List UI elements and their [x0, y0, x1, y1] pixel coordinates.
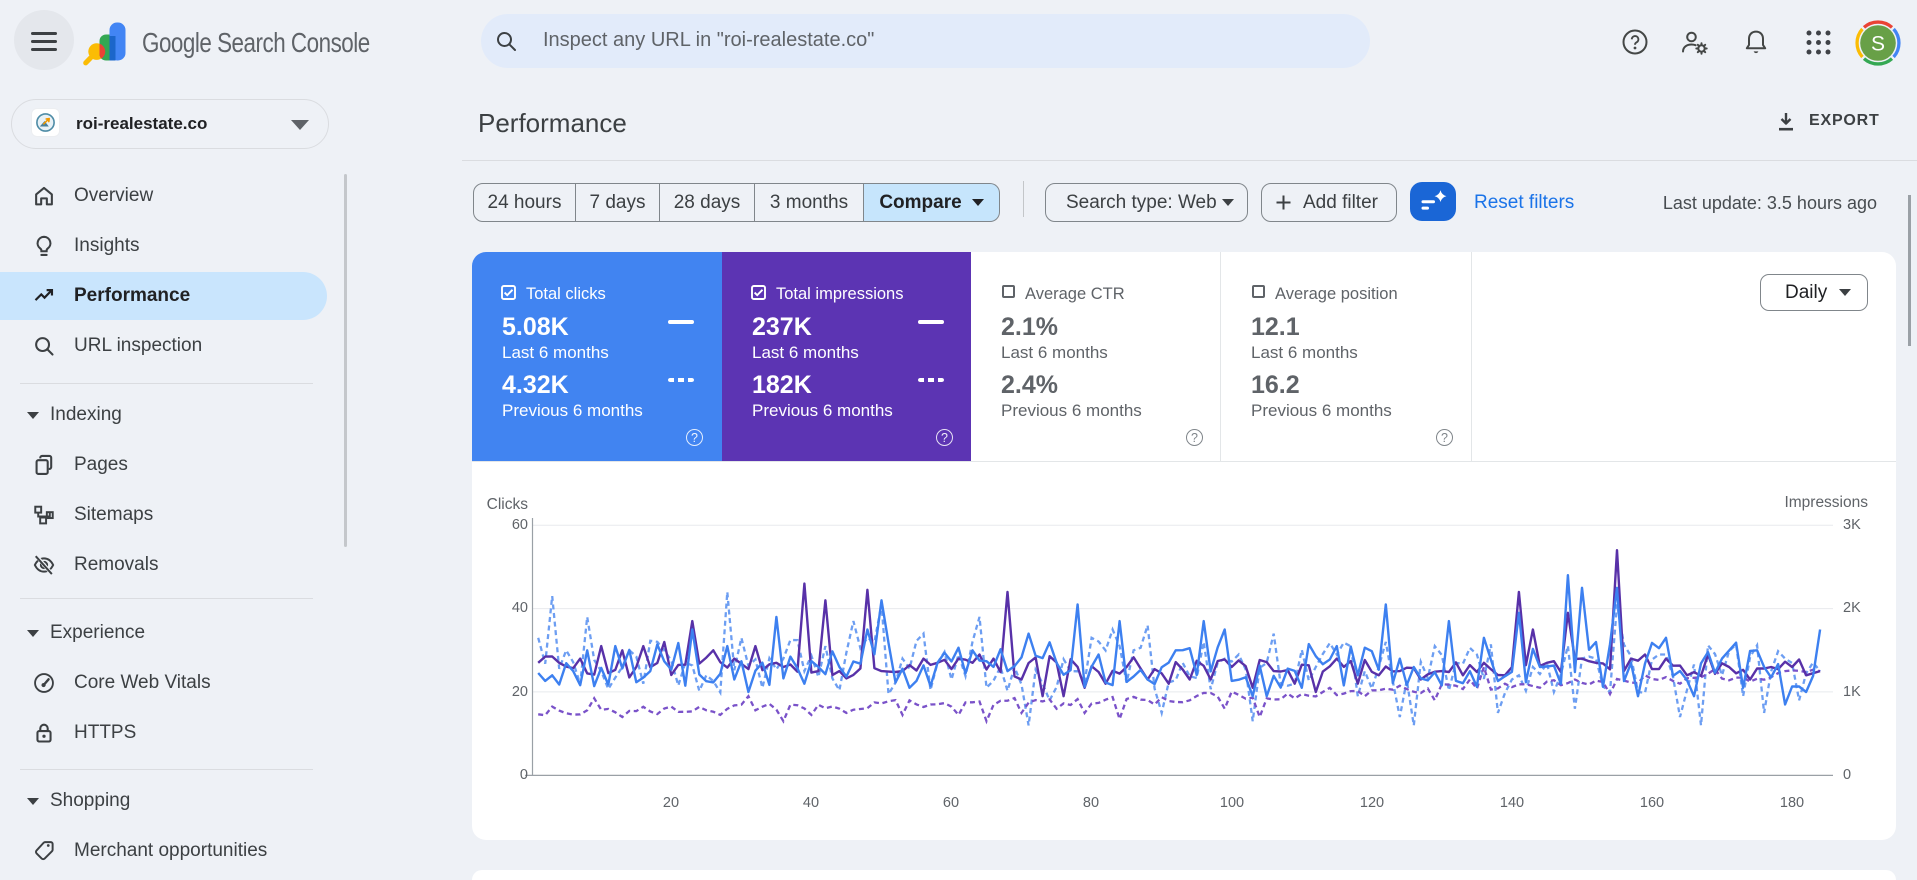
svg-text:S: S — [1871, 33, 1885, 56]
